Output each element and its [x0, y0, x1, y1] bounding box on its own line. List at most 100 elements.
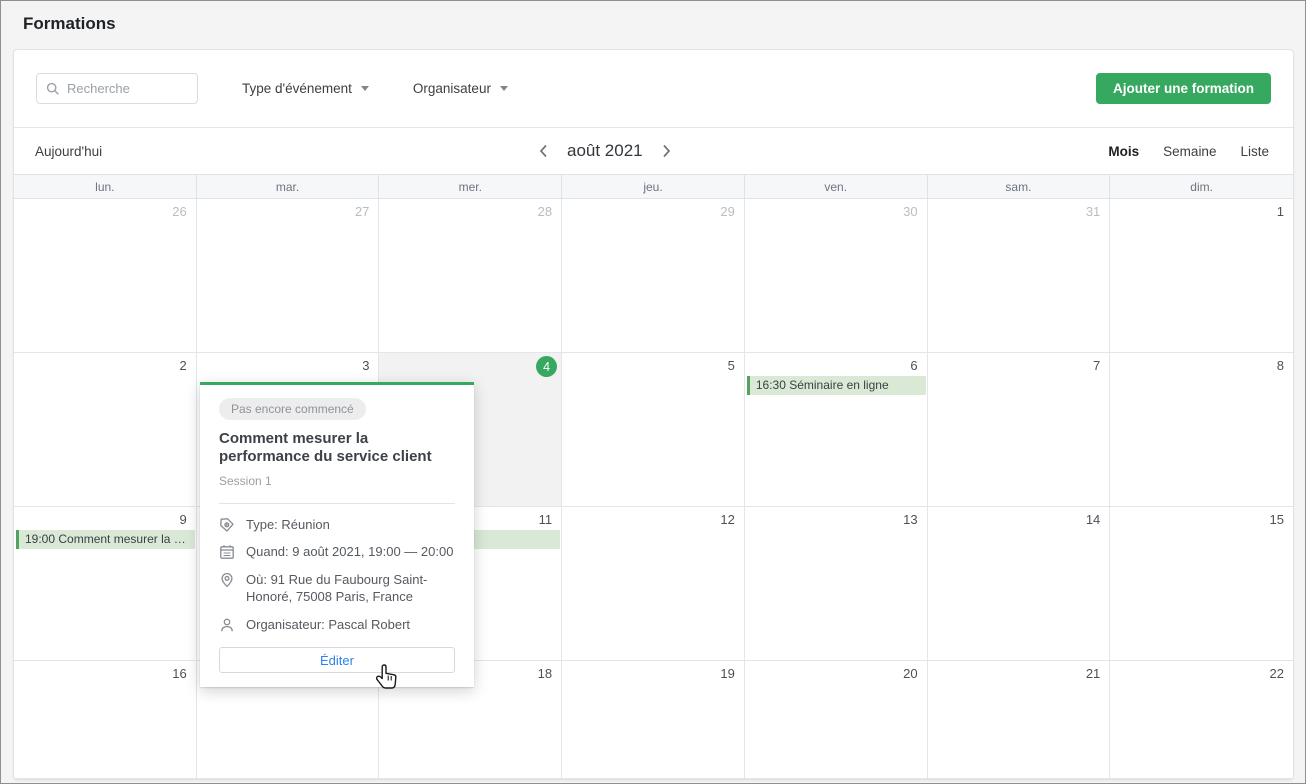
location-pin-icon	[219, 572, 235, 606]
chevron-right-icon	[661, 143, 672, 159]
day-number: 8	[1277, 358, 1284, 373]
day-cell[interactable]: 1	[1110, 199, 1293, 353]
day-number: 16	[172, 666, 186, 681]
day-number: 29	[720, 204, 734, 219]
day-cell[interactable]: 6 16:30 Séminaire en ligne	[745, 353, 928, 507]
day-number: 19	[720, 666, 734, 681]
day-number: 15	[1270, 512, 1284, 527]
day-cell[interactable]: 13	[745, 507, 928, 661]
day-number: 13	[903, 512, 917, 527]
day-number: 2	[179, 358, 186, 373]
weekday-header: ven.	[745, 175, 928, 198]
day-number: 31	[1086, 204, 1100, 219]
weekday-header: mar.	[197, 175, 380, 198]
day-number: 9	[179, 512, 186, 527]
event-chip-formation[interactable]: 19:00 Comment mesurer la performance du …	[16, 530, 195, 549]
view-list-button[interactable]: Liste	[1240, 144, 1269, 159]
day-cell[interactable]: 22	[1110, 661, 1293, 779]
calendar-toolbar: Aujourd'hui août 2021 Mois Semaine Liste	[14, 127, 1293, 174]
weekday-header: mer.	[379, 175, 562, 198]
day-number: 22	[1270, 666, 1284, 681]
day-cell[interactable]: 7	[928, 353, 1111, 507]
event-type-dropdown[interactable]: Type d'événement	[242, 81, 369, 96]
weekday-header: sam.	[928, 175, 1111, 198]
event-time: 16:30	[756, 378, 786, 392]
day-number: 12	[720, 512, 734, 527]
filter-bar: Type d'événement Organisateur Ajouter un…	[14, 50, 1293, 127]
view-week-button[interactable]: Semaine	[1163, 144, 1216, 159]
day-number: 18	[538, 666, 552, 681]
event-title: Comment mesurer la performance du servic…	[58, 532, 194, 546]
day-number: 5	[728, 358, 735, 373]
organizer-dropdown-label: Organisateur	[413, 81, 491, 96]
day-cell[interactable]: 30	[745, 199, 928, 353]
day-cell[interactable]: 2	[14, 353, 197, 507]
search-input[interactable]	[67, 81, 188, 96]
today-button[interactable]: Aujourd'hui	[35, 144, 102, 159]
detail-row-where: Où: 91 Rue du Faubourg Saint-Honoré, 750…	[219, 571, 455, 606]
day-number: 14	[1086, 512, 1100, 527]
view-month-button[interactable]: Mois	[1108, 144, 1139, 159]
day-cell[interactable]: 26	[14, 199, 197, 353]
person-icon	[219, 617, 235, 634]
day-number: 1	[1277, 204, 1284, 219]
day-number: 3	[362, 358, 369, 373]
day-cell[interactable]: 19	[562, 661, 745, 779]
search-icon	[46, 82, 60, 96]
event-type-dropdown-label: Type d'événement	[242, 81, 352, 96]
day-cell[interactable]: 20	[745, 661, 928, 779]
day-cell[interactable]: 5	[562, 353, 745, 507]
day-number: 30	[903, 204, 917, 219]
day-cell[interactable]: 12	[562, 507, 745, 661]
calendar-icon	[219, 544, 235, 561]
where-text: Où: 91 Rue du Faubourg Saint-Honoré, 750…	[246, 571, 455, 606]
day-number: 20	[903, 666, 917, 681]
organizer-dropdown[interactable]: Organisateur	[413, 81, 508, 96]
event-popover-title: Comment mesurer la performance du servic…	[219, 430, 455, 467]
organizer-text: Organisateur: Pascal Robert	[246, 616, 410, 634]
day-cell[interactable]: 8	[1110, 353, 1293, 507]
detail-row-type: Type: Réunion	[219, 516, 455, 534]
event-popover-subtitle: Session 1	[219, 474, 455, 488]
detail-row-organizer: Organisateur: Pascal Robert	[219, 616, 455, 634]
day-cell[interactable]: 16	[14, 661, 197, 779]
tag-icon	[219, 517, 235, 534]
detail-row-when: Quand: 9 août 2021, 19:00 — 20:00	[219, 543, 455, 561]
day-cell[interactable]: 15	[1110, 507, 1293, 661]
event-detail-popover: Pas encore commencé Comment mesurer la p…	[200, 382, 474, 687]
month-title: août 2021	[567, 141, 643, 161]
status-badge: Pas encore commencé	[219, 398, 366, 420]
chevron-down-icon	[361, 86, 369, 91]
today-badge: 4	[536, 356, 557, 377]
when-text: Quand: 9 août 2021, 19:00 — 20:00	[246, 543, 453, 561]
day-cell[interactable]: 31	[928, 199, 1111, 353]
day-number: 7	[1093, 358, 1100, 373]
view-switcher: Mois Semaine Liste	[1108, 144, 1269, 159]
event-title: Séminaire en ligne	[789, 378, 888, 392]
next-month-button[interactable]	[661, 143, 672, 159]
weekday-header: lun.	[14, 175, 197, 198]
day-number: 26	[172, 204, 186, 219]
day-cell[interactable]: 21	[928, 661, 1111, 779]
search-box[interactable]	[36, 73, 198, 104]
page-title: Formations	[23, 14, 116, 34]
type-text: Type: Réunion	[246, 516, 330, 534]
day-number: 27	[355, 204, 369, 219]
prev-month-button[interactable]	[538, 143, 549, 159]
day-cell[interactable]: 27	[197, 199, 380, 353]
weekday-header: jeu.	[562, 175, 745, 198]
day-cell[interactable]: 28	[379, 199, 562, 353]
day-number: 6	[910, 358, 917, 373]
event-time: 19:00	[25, 532, 55, 546]
weekday-header: dim.	[1110, 175, 1293, 198]
chevron-left-icon	[538, 143, 549, 159]
day-number: 28	[538, 204, 552, 219]
event-chip-seminaire[interactable]: 16:30 Séminaire en ligne	[747, 376, 926, 395]
add-formation-button[interactable]: Ajouter une formation	[1096, 73, 1271, 104]
edit-button[interactable]: Éditer	[219, 647, 455, 673]
day-cell[interactable]: 9 19:00 Comment mesurer la performance d…	[14, 507, 197, 661]
day-cell[interactable]: 29	[562, 199, 745, 353]
month-navigation: août 2021	[538, 128, 672, 174]
day-cell[interactable]: 14	[928, 507, 1111, 661]
day-number: 21	[1086, 666, 1100, 681]
